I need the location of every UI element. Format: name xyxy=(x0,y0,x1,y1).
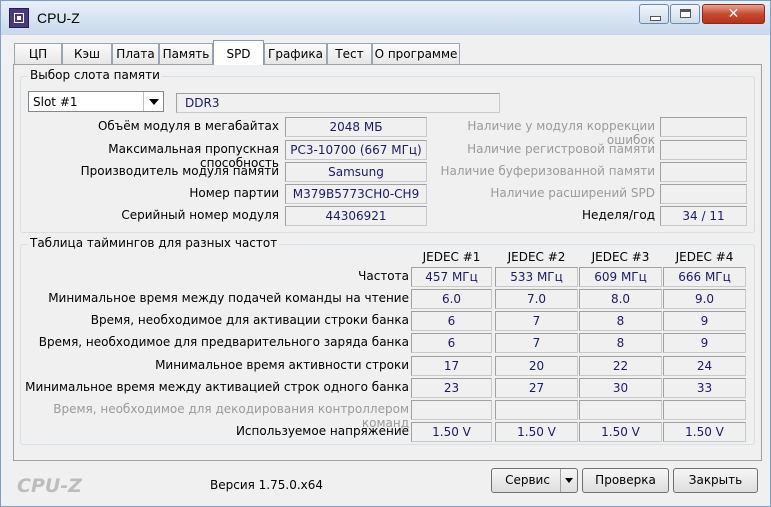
cas-latency-jedec4: 9.0 xyxy=(663,289,746,309)
cpuz-app-icon xyxy=(9,8,29,28)
voltage-jedec3: 1.50 V xyxy=(579,422,662,442)
buffered-label: Наличие буферизованной памяти xyxy=(440,164,655,178)
service-dropdown-icon[interactable] xyxy=(560,469,577,492)
cas-latency-jedec2: 7.0 xyxy=(495,289,578,309)
voltage-jedec4: 1.50 V xyxy=(663,422,746,442)
manufacturer-label: Производитель модуля памяти xyxy=(80,164,279,178)
tab-memory[interactable]: Память xyxy=(159,43,213,64)
ras-precharge-jedec1: 6 xyxy=(411,333,492,353)
command-rate-jedec2 xyxy=(495,400,578,420)
window-title: CPU-Z xyxy=(37,10,80,26)
ras-to-cas-jedec1: 6 xyxy=(411,311,492,331)
module-size-label: Объём модуля в мегабайтах xyxy=(97,119,279,133)
tab-about[interactable]: О программе xyxy=(372,43,460,64)
part-number-value: M379B5773CH0-CH9 xyxy=(285,184,427,204)
buffered-value xyxy=(660,162,747,182)
frequency-jedec4: 666 МГц xyxy=(663,267,746,287)
ecc-value xyxy=(660,117,747,137)
cpuz-window: CPU-Z ✕ ЦП Кэш Плата Память SPD Графика … xyxy=(0,0,771,507)
tab-graphics[interactable]: Графика xyxy=(264,43,327,64)
registered-label: Наличие регистровой памяти xyxy=(467,142,655,156)
maximize-button[interactable] xyxy=(670,4,700,24)
voltage-jedec1: 1.50 V xyxy=(411,422,492,442)
chevron-down-icon[interactable] xyxy=(143,92,163,111)
trc-jedec1: 23 xyxy=(411,378,492,398)
frequency-jedec2: 533 МГц xyxy=(495,267,578,287)
cas-latency-label: Минимальное время между подачей команды … xyxy=(48,291,409,305)
voltage-jedec2: 1.50 V xyxy=(495,422,578,442)
close-button[interactable]: Закрыть xyxy=(673,468,758,493)
close-window-button[interactable]: ✕ xyxy=(702,4,765,24)
serial-number-label: Серийный номер модуля xyxy=(121,208,279,222)
max-bandwidth-value: PC3-10700 (667 МГц) xyxy=(285,140,427,160)
col-header-jedec1: JEDEC #1 xyxy=(422,250,481,264)
tras-jedec4: 24 xyxy=(663,356,746,376)
frequency-label: Частота xyxy=(358,269,409,283)
ras-to-cas-label: Время, необходимое для активации строки … xyxy=(90,313,409,327)
tras-jedec1: 17 xyxy=(411,356,492,376)
ras-to-cas-jedec4: 9 xyxy=(663,311,746,331)
registered-value xyxy=(660,140,747,160)
col-header-jedec2: JEDEC #2 xyxy=(507,250,566,264)
minimize-button[interactable] xyxy=(639,4,669,24)
title-bar[interactable]: CPU-Z ✕ xyxy=(1,1,770,35)
trc-jedec2: 27 xyxy=(495,378,578,398)
spd-ext-value xyxy=(660,184,747,204)
command-rate-jedec3 xyxy=(579,400,662,420)
close-icon: ✕ xyxy=(727,6,740,22)
slot-group-legend: Выбор слота памяти xyxy=(28,68,162,82)
ras-precharge-jedec2: 7 xyxy=(495,333,578,353)
cas-latency-jedec1: 6.0 xyxy=(411,289,492,309)
part-number-label: Номер партии xyxy=(189,186,279,200)
command-rate-jedec4 xyxy=(663,400,746,420)
cas-latency-jedec3: 8.0 xyxy=(579,289,662,309)
trc-jedec4: 33 xyxy=(663,378,746,398)
tab-cache[interactable]: Кэш xyxy=(62,43,112,64)
voltage-label: Используемое напряжение xyxy=(235,424,409,438)
cpuz-logo: CPU-Z xyxy=(17,475,82,497)
manufacturer-value: Samsung xyxy=(285,162,427,182)
memory-type-field: DDR3 xyxy=(176,93,500,113)
tab-spd[interactable]: SPD xyxy=(213,40,264,65)
ras-precharge-label: Время, необходимое для предварительного … xyxy=(38,335,409,349)
tras-jedec3: 22 xyxy=(579,356,662,376)
version-text: Версия 1.75.0.x64 xyxy=(210,478,324,492)
tab-mainboard[interactable]: Плата xyxy=(112,43,159,64)
frequency-jedec1: 457 МГц xyxy=(411,267,492,287)
service-button[interactable]: Сервис xyxy=(491,468,578,493)
week-year-label: Неделя/год xyxy=(582,208,655,222)
week-year-value: 34 / 11 xyxy=(660,206,747,226)
service-button-label: Сервис xyxy=(505,473,550,487)
slot-select[interactable]: Slot #1 xyxy=(28,91,164,112)
serial-number-value: 44306921 xyxy=(285,206,427,226)
frequency-jedec3: 609 МГц xyxy=(579,267,662,287)
ras-to-cas-jedec2: 7 xyxy=(495,311,578,331)
trc-jedec3: 30 xyxy=(579,378,662,398)
tab-cpu[interactable]: ЦП xyxy=(14,43,62,64)
tras-label: Минимальное время активности строки xyxy=(155,358,409,372)
tab-bench[interactable]: Тест xyxy=(327,43,372,64)
ras-precharge-jedec4: 9 xyxy=(663,333,746,353)
col-header-jedec4: JEDEC #4 xyxy=(675,250,734,264)
command-rate-jedec1 xyxy=(411,400,492,420)
slot-select-value: Slot #1 xyxy=(33,95,78,109)
col-header-jedec3: JEDEC #3 xyxy=(591,250,650,264)
spd-ext-label: Наличие расширений SPD xyxy=(490,186,655,200)
timings-group-legend: Таблица таймингов для разных частот xyxy=(28,236,280,250)
validate-button[interactable]: Проверка xyxy=(582,468,669,493)
trc-label: Минимальное время между активацией строк… xyxy=(25,380,409,394)
ras-precharge-jedec3: 8 xyxy=(579,333,662,353)
tras-jedec2: 20 xyxy=(495,356,578,376)
ras-to-cas-jedec3: 8 xyxy=(579,311,662,331)
module-size-value: 2048 МБ xyxy=(285,117,427,137)
